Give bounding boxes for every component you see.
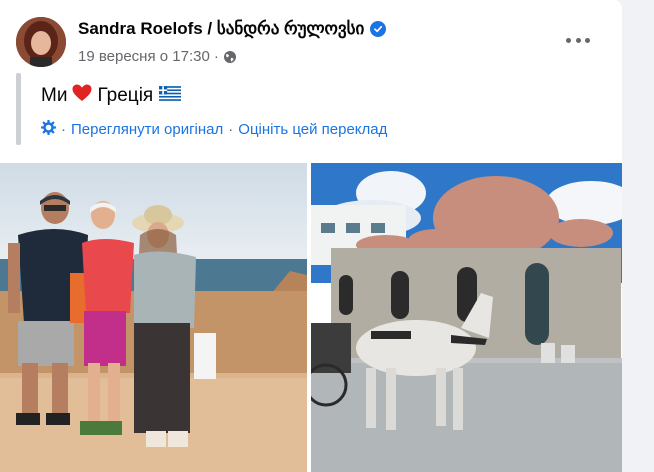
author-name[interactable]: Sandra Roelofs / სანდრა რულოვსი [78, 19, 364, 39]
translation-quote-bar [16, 73, 21, 145]
post-text: Ми Греція [41, 84, 182, 107]
translate-gear-icon[interactable] [40, 119, 57, 139]
more-options-icon[interactable] [566, 30, 590, 50]
meta-separator: · [213, 48, 219, 65]
post-text-part-2: Греція [97, 84, 154, 106]
translation-controls: · Переглянути оригінал · Оцініть цей пер… [40, 119, 387, 139]
globe-icon[interactable] [223, 50, 237, 64]
translate-separator: · [61, 121, 66, 138]
post-photos [0, 163, 622, 472]
rate-translation-link[interactable]: Оцініть цей переклад [238, 121, 387, 138]
author-name-row: Sandra Roelofs / სანდრა რულოვსი [78, 19, 387, 39]
see-original-link[interactable]: Переглянути оригінал [71, 121, 223, 138]
post-meta: 19 вересня о 17:30 · [78, 48, 237, 65]
translate-separator: · [228, 121, 234, 138]
post-timestamp[interactable]: 19 вересня о 17:30 [78, 48, 210, 65]
post-card: Sandra Roelofs / სანდრა რულოვსი 19 верес… [0, 0, 622, 472]
photo-horse-mosque[interactable] [311, 163, 622, 472]
photo-family-by-sea[interactable] [0, 163, 307, 472]
heart-emoji-icon [72, 84, 92, 107]
author-avatar[interactable] [16, 17, 66, 67]
greek-flag-icon [159, 85, 182, 107]
post-text-part-1: Ми [41, 84, 68, 106]
verified-badge-icon [370, 21, 387, 37]
